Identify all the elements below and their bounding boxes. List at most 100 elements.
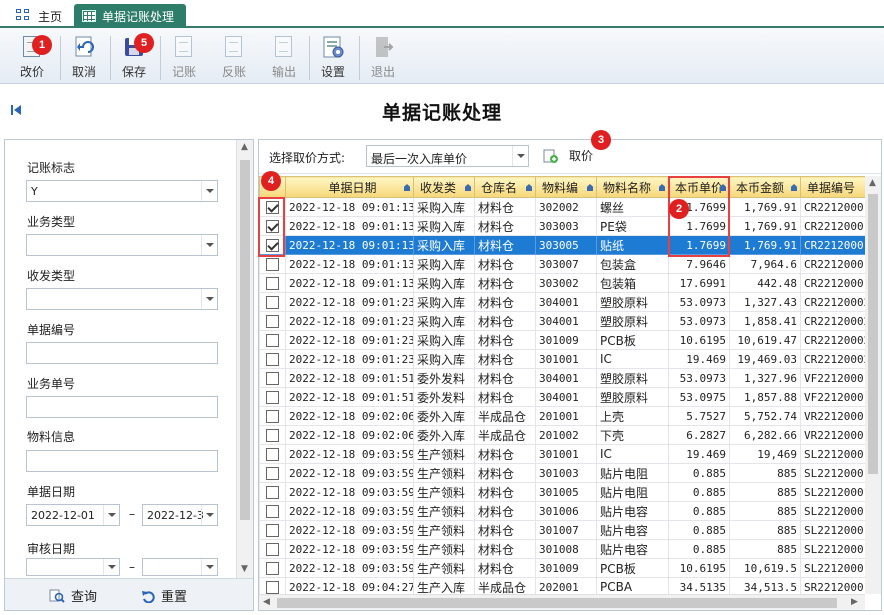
cell-name[interactable]: 螺丝 — [596, 197, 669, 217]
cell-no[interactable]: VR22120001 — [800, 406, 865, 426]
cell-wh[interactable]: 材料仓 — [474, 501, 536, 521]
unpost-button[interactable]: 反账 — [212, 32, 256, 82]
cell-price[interactable]: 53.0973 — [668, 311, 730, 331]
chevron-down-icon[interactable] — [201, 235, 217, 255]
cell-name[interactable]: 贴纸 — [596, 235, 669, 255]
cell-amount[interactable]: 19,469.03 — [729, 349, 801, 369]
cell-price[interactable]: 7.9646 — [668, 254, 730, 274]
cell-type[interactable]: 委外发料 — [413, 368, 475, 388]
row-checkbox-cell[interactable] — [259, 368, 286, 388]
cell-code[interactable]: 304001 — [535, 368, 597, 388]
tab-document-posting[interactable]: 单据记账处理 — [74, 4, 187, 28]
row-checkbox[interactable] — [266, 257, 279, 271]
cell-date[interactable]: 2022-12-18 09:01:13 — [285, 216, 414, 236]
cell-wh[interactable]: 材料仓 — [474, 254, 536, 274]
row-checkbox-cell[interactable] — [259, 482, 286, 502]
cell-no[interactable]: CR22120002 — [800, 330, 865, 350]
row-checkbox-cell[interactable] — [259, 292, 286, 312]
cell-name[interactable]: 贴片电容 — [596, 501, 669, 521]
table-row[interactable]: 2022-12-18 09:03:59 生产领料 材料仓 301009 PCB板 10.6… — [259, 558, 865, 578]
row-checkbox-cell[interactable] — [259, 406, 286, 426]
row-checkbox[interactable] — [266, 200, 279, 214]
row-checkbox[interactable] — [266, 390, 279, 404]
row-checkbox[interactable] — [266, 352, 279, 366]
cell-name[interactable]: IC — [596, 444, 669, 464]
row-checkbox-cell[interactable] — [259, 330, 286, 350]
cell-code[interactable]: 303007 — [535, 254, 597, 274]
chevron-down-icon[interactable] — [103, 559, 119, 575]
grid-vertical-scrollbar[interactable]: ▲ — [865, 176, 881, 594]
cell-date[interactable]: 2022-12-18 09:04:27 — [285, 577, 414, 594]
cell-amount[interactable]: 442.48 — [729, 273, 801, 293]
document-no-input[interactable] — [26, 342, 218, 364]
cell-date[interactable]: 2022-12-18 09:03:59 — [285, 539, 414, 559]
cell-type[interactable]: 采购入库 — [413, 292, 475, 312]
row-checkbox-cell[interactable] — [259, 539, 286, 559]
cell-type[interactable]: 采购入库 — [413, 273, 475, 293]
business-type-select[interactable] — [26, 234, 218, 256]
table-row[interactable]: 2022-12-18 09:03:59 生产领料 材料仓 301005 贴片电阻 0.88… — [259, 482, 865, 502]
cell-no[interactable]: CR22120002 — [800, 292, 865, 312]
cell-date[interactable]: 2022-12-18 09:03:59 — [285, 558, 414, 578]
date-to-input[interactable]: 2022-12-3 — [142, 504, 218, 526]
row-checkbox-cell[interactable] — [259, 520, 286, 540]
material-info-input[interactable] — [26, 450, 218, 472]
cell-code[interactable]: 201001 — [535, 406, 597, 426]
row-checkbox[interactable] — [266, 523, 279, 537]
cell-date[interactable]: 2022-12-18 09:02:06 — [285, 425, 414, 445]
cell-amount[interactable]: 5,752.74 — [729, 406, 801, 426]
cell-wh[interactable]: 材料仓 — [474, 235, 536, 255]
cell-amount[interactable]: 10,619.5 — [729, 558, 801, 578]
row-checkbox[interactable] — [266, 219, 279, 233]
table-row[interactable]: 2022-12-18 09:03:59 生产领料 材料仓 301006 贴片电容 0.88… — [259, 501, 865, 521]
cell-code[interactable]: 304001 — [535, 311, 597, 331]
row-checkbox-cell[interactable] — [259, 463, 286, 483]
cell-wh[interactable]: 材料仓 — [474, 311, 536, 331]
row-checkbox-cell[interactable] — [259, 349, 286, 369]
cell-wh[interactable]: 材料仓 — [474, 558, 536, 578]
header-document-date[interactable]: 单据日期 — [285, 176, 414, 198]
cell-name[interactable]: PCB板 — [596, 558, 669, 578]
row-checkbox[interactable] — [266, 504, 279, 518]
row-checkbox-cell[interactable] — [259, 501, 286, 521]
cell-amount[interactable]: 1,857.88 — [729, 387, 801, 407]
cell-date[interactable]: 2022-12-18 09:03:59 — [285, 444, 414, 464]
table-row[interactable]: 2022-12-18 09:01:23 采购入库 材料仓 301009 PCB板 10.6… — [259, 330, 865, 350]
cell-name[interactable]: 塑胶原料 — [596, 311, 669, 331]
cell-wh[interactable]: 半成品仓 — [474, 406, 536, 426]
cell-price[interactable]: 10.6195 — [668, 558, 730, 578]
left-scroll-thumb[interactable] — [240, 160, 250, 520]
cell-no[interactable]: SL22120001 — [800, 501, 865, 521]
tab-home[interactable]: 主页 — [6, 4, 72, 28]
cell-price[interactable]: 53.0975 — [668, 387, 730, 407]
cell-amount[interactable]: 6,282.66 — [729, 425, 801, 445]
cell-amount[interactable]: 1,327.96 — [729, 368, 801, 388]
row-checkbox-cell[interactable] — [259, 425, 286, 445]
cell-wh[interactable]: 材料仓 — [474, 273, 536, 293]
cell-name[interactable]: 塑胶原料 — [596, 387, 669, 407]
table-row[interactable]: 2022-12-18 09:03:59 生产领料 材料仓 301008 贴片电容 0.88… — [259, 539, 865, 559]
filter-icon[interactable] — [526, 184, 532, 191]
filter-icon[interactable] — [791, 184, 797, 191]
cell-code[interactable]: 301009 — [535, 330, 597, 350]
cell-no[interactable]: VR22120001 — [800, 425, 865, 445]
grid-horizontal-scrollbar[interactable]: ◀ ▶ — [259, 594, 865, 610]
cell-code[interactable]: 301005 — [535, 482, 597, 502]
table-row[interactable]: 2022-12-18 09:03:59 生产领料 材料仓 301007 贴片电容 0.88… — [259, 520, 865, 540]
row-checkbox[interactable] — [266, 561, 279, 575]
row-checkbox-cell[interactable] — [259, 577, 286, 594]
cell-price[interactable]: 34.5135 — [668, 577, 730, 594]
cell-wh[interactable]: 材料仓 — [474, 368, 536, 388]
cell-type[interactable]: 采购入库 — [413, 254, 475, 274]
cell-amount[interactable]: 19,469 — [729, 444, 801, 464]
filter-icon[interactable] — [659, 184, 665, 191]
cell-code[interactable]: 301006 — [535, 501, 597, 521]
left-panel-scrollbar[interactable]: ▲ ▼ — [236, 140, 253, 578]
cell-date[interactable]: 2022-12-18 09:01:51 — [285, 387, 414, 407]
header-amount[interactable]: 本币金额 — [729, 176, 801, 198]
cell-date[interactable]: 2022-12-18 09:01:13 — [285, 235, 414, 255]
cell-no[interactable]: CR22120001 — [800, 216, 865, 236]
query-button[interactable]: 查询 — [49, 586, 97, 605]
cell-code[interactable]: 303003 — [535, 216, 597, 236]
cell-wh[interactable]: 材料仓 — [474, 292, 536, 312]
